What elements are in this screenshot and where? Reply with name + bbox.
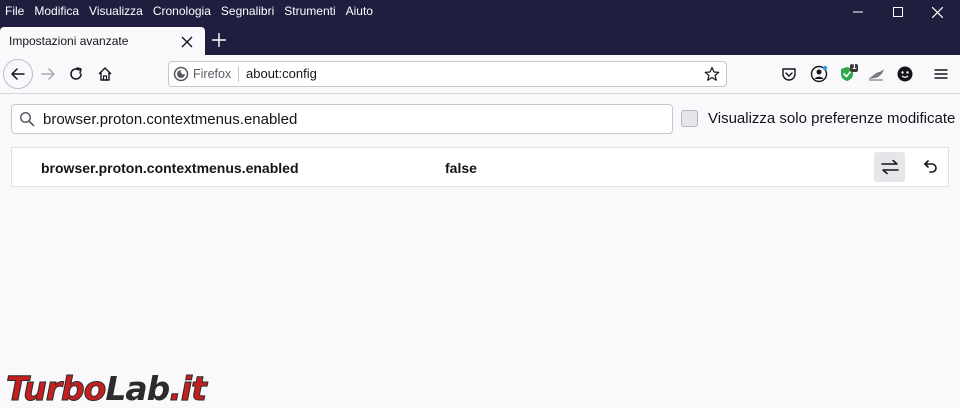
new-tab-icon[interactable] bbox=[209, 30, 229, 50]
home-icon bbox=[98, 67, 112, 81]
extension-badge: 1 bbox=[852, 62, 857, 71]
menu-strumenti[interactable]: Strumenti bbox=[278, 1, 339, 21]
menu-file[interactable]: File bbox=[0, 1, 28, 21]
about-config-page bbox=[0, 94, 960, 408]
search-icon bbox=[19, 111, 35, 127]
menu-visualizza[interactable]: Visualizza bbox=[83, 1, 147, 21]
dark-mode-face-icon bbox=[897, 66, 913, 82]
preference-value[interactable]: false bbox=[445, 160, 477, 176]
preference-name: browser.proton.contextmenus.enabled bbox=[41, 160, 299, 176]
preference-row: browser.proton.contextmenus.enabled fals… bbox=[11, 147, 949, 187]
toggle-button[interactable] bbox=[874, 152, 905, 182]
search-value: browser.proton.contextmenus.enabled bbox=[43, 111, 298, 128]
tab-title: Impostazioni avanzate bbox=[9, 34, 129, 48]
identity-box[interactable]: Firefox bbox=[173, 65, 231, 83]
minimize-icon bbox=[853, 11, 863, 13]
modified-only-label[interactable]: Visualizza solo preferenze modificate bbox=[708, 110, 955, 127]
close-window-button[interactable] bbox=[914, 0, 960, 24]
url-input[interactable]: about:config bbox=[246, 66, 317, 81]
identity-label: Firefox bbox=[193, 67, 232, 81]
undo-icon bbox=[923, 160, 937, 173]
extension-face-button[interactable] bbox=[894, 63, 916, 85]
menu-segnalibri[interactable]: Segnalibri bbox=[215, 1, 278, 21]
menu-bar: File Modifica Visualizza Cronologia Segn… bbox=[0, 0, 377, 22]
app-menu-button[interactable] bbox=[930, 63, 952, 85]
tab-active[interactable]: Impostazioni avanzate bbox=[0, 27, 205, 56]
address-bar[interactable]: Firefox about:config bbox=[168, 61, 727, 87]
preference-search-input[interactable]: browser.proton.contextmenus.enabled bbox=[11, 104, 673, 134]
account-icon bbox=[810, 65, 828, 83]
maximize-icon bbox=[893, 7, 903, 17]
pocket-button[interactable] bbox=[778, 63, 800, 85]
pocket-icon bbox=[782, 68, 796, 81]
turbolab-watermark: Turbo Lab .it bbox=[5, 369, 207, 408]
extension-bird-button[interactable] bbox=[865, 63, 887, 85]
back-arrow-icon bbox=[11, 68, 25, 80]
reset-button[interactable] bbox=[914, 152, 945, 182]
url-separator bbox=[238, 66, 239, 82]
modified-only-checkbox[interactable] bbox=[681, 110, 698, 127]
bird-extension-icon bbox=[868, 69, 884, 81]
forward-button[interactable] bbox=[34, 60, 62, 88]
account-button[interactable] bbox=[808, 63, 830, 85]
hamburger-menu-icon bbox=[934, 69, 948, 79]
reload-button[interactable] bbox=[62, 60, 90, 88]
home-button[interactable] bbox=[91, 60, 119, 88]
menu-cronologia[interactable]: Cronologia bbox=[147, 1, 215, 21]
forward-arrow-icon bbox=[41, 68, 55, 80]
close-icon bbox=[931, 6, 943, 18]
menu-modifica[interactable]: Modifica bbox=[28, 1, 83, 21]
bookmark-star-icon[interactable] bbox=[704, 66, 720, 82]
firefox-icon bbox=[173, 66, 189, 82]
back-button[interactable] bbox=[3, 59, 33, 89]
tab-close-icon[interactable] bbox=[179, 34, 195, 50]
toggle-arrows-icon bbox=[880, 159, 899, 175]
menu-aiuto[interactable]: Aiuto bbox=[340, 1, 377, 21]
extension-shield-button[interactable]: 1 bbox=[837, 62, 859, 85]
reload-icon bbox=[70, 67, 82, 80]
